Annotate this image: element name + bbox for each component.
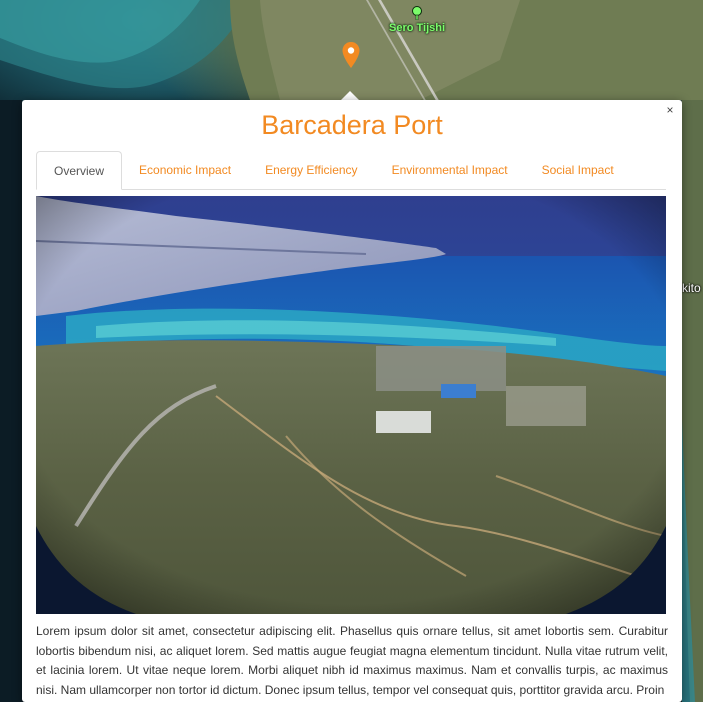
tree-icon [412,6,422,20]
info-popup: × Barcadera Port Overview Economic Impac… [22,100,682,702]
port-aerial-photo [36,196,666,614]
map-pin-icon[interactable] [341,41,361,69]
overview-text: Lorem ipsum dolor sit amet, consectetur … [36,624,668,697]
map-place-label: kito [682,281,701,295]
popup-title: Barcadera Port [261,110,443,140]
tab-social-impact[interactable]: Social Impact [525,151,631,189]
tab-economic-impact[interactable]: Economic Impact [122,151,248,189]
tab-overview[interactable]: Overview [36,151,123,190]
poi-label[interactable]: Sero Tijshi [389,22,445,34]
tab-energy-efficiency[interactable]: Energy Efficiency [248,151,375,189]
tab-bar: Overview Economic Impact Energy Efficien… [36,151,666,190]
tab-environmental-impact[interactable]: Environmental Impact [375,151,525,189]
